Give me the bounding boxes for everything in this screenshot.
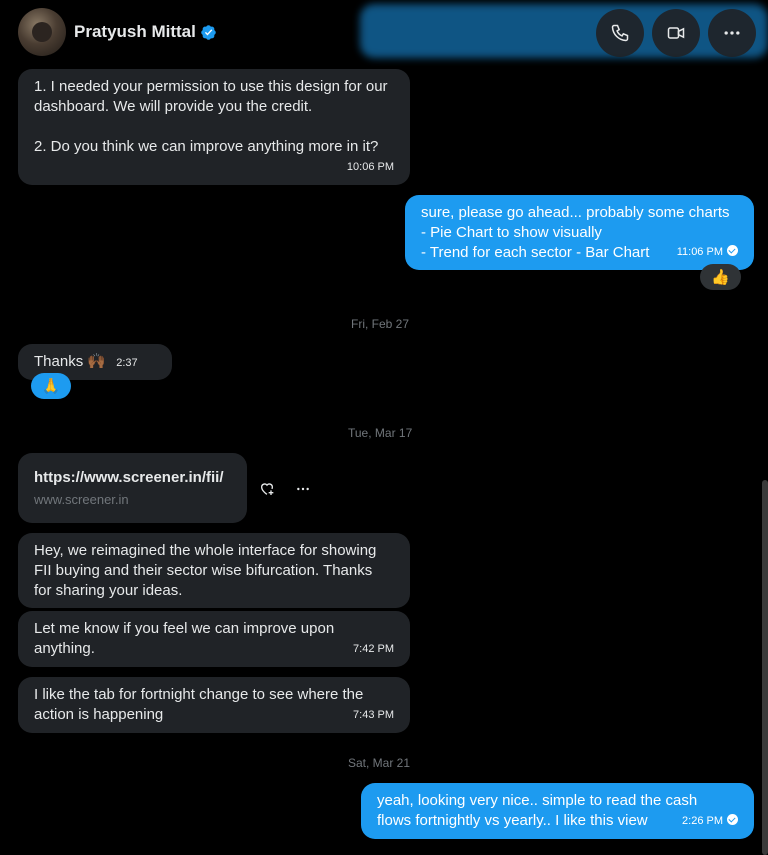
message-bubble-outgoing[interactable]: yeah, looking very nice.. simple to read… — [361, 783, 754, 839]
contact-name[interactable]: Pratyush Mittal — [74, 22, 196, 42]
timestamp-text: 2:26 PM — [682, 815, 723, 827]
message-line: FII buying and their sector wise bifurca… — [34, 562, 373, 579]
message-line: dashboard. We will provide you the credi… — [34, 98, 313, 115]
add-reaction-button[interactable] — [256, 478, 278, 500]
date-separator: Fri, Feb 27 — [351, 317, 410, 331]
reaction-thumbs-up[interactable]: 👍 — [700, 264, 741, 290]
message-bubble-outgoing[interactable]: sure, please go ahead... probably some c… — [405, 195, 754, 270]
more-options-button[interactable] — [708, 9, 756, 57]
message-line: sure, please go ahead... probably some c… — [421, 204, 730, 221]
message-line: Let me know if you feel we can improve u… — [34, 620, 335, 637]
video-icon — [667, 27, 685, 39]
conversation-header: Pratyush Mittal — [0, 0, 768, 64]
scrollbar[interactable] — [762, 480, 768, 855]
avatar[interactable] — [18, 8, 66, 56]
phone-icon — [611, 24, 629, 42]
message-timestamp: 7:43 PM — [353, 709, 394, 721]
message-line: yeah, looking very nice.. simple to read… — [377, 792, 698, 809]
verified-badge-icon — [201, 25, 216, 40]
scrolled-message-behind-header — [360, 4, 768, 58]
date-separator: Sat, Mar 21 — [348, 756, 411, 770]
heart-plus-icon — [260, 483, 274, 495]
timestamp-text: 11:06 PM — [676, 246, 723, 258]
link-url[interactable]: https://www.screener.in/fii/ — [34, 469, 231, 486]
message-line: anything. — [34, 640, 95, 657]
video-call-button[interactable] — [652, 9, 700, 57]
more-icon — [724, 31, 740, 35]
message-text: Thanks 🙌🏾 — [34, 353, 107, 370]
more-icon — [297, 487, 309, 491]
message-timestamp: 10:06 PM — [346, 161, 394, 173]
message-line: - Pie Chart to show visually — [421, 224, 602, 241]
reaction-pray[interactable]: 🙏 — [31, 373, 71, 399]
message-timestamp: 2:26 PM — [682, 811, 738, 831]
message-line: 1. I needed your permission to use this … — [34, 78, 388, 95]
date-separator: Tue, Mar 17 — [348, 426, 413, 440]
message-bubble-incoming[interactable]: Let me know if you feel we can improve u… — [18, 611, 410, 667]
message-line: Hey, we reimagined the whole interface f… — [34, 542, 377, 559]
link-preview-card[interactable]: https://www.screener.in/fii/ www.screene… — [18, 453, 247, 523]
read-receipt-icon — [727, 245, 738, 256]
link-domain: www.screener.in — [34, 492, 129, 507]
message-line: for sharing your ideas. — [34, 582, 183, 599]
message-line: 2. Do you think we can improve anything … — [34, 138, 379, 155]
message-timestamp: 7:42 PM — [353, 643, 394, 655]
message-more-button[interactable] — [292, 478, 314, 500]
message-bubble-incoming[interactable]: I like the tab for fortnight change to s… — [18, 677, 410, 733]
message-line: action is happening — [34, 706, 164, 723]
read-receipt-icon — [727, 814, 738, 825]
message-line: I like the tab for fortnight change to s… — [34, 686, 364, 703]
call-button[interactable] — [596, 9, 644, 57]
message-bubble-incoming[interactable]: Hey, we reimagined the whole interface f… — [18, 533, 410, 608]
message-bubble-incoming[interactable]: 1. I needed your permission to use this … — [18, 69, 410, 185]
message-timestamp: 11:06 PM — [677, 242, 738, 262]
